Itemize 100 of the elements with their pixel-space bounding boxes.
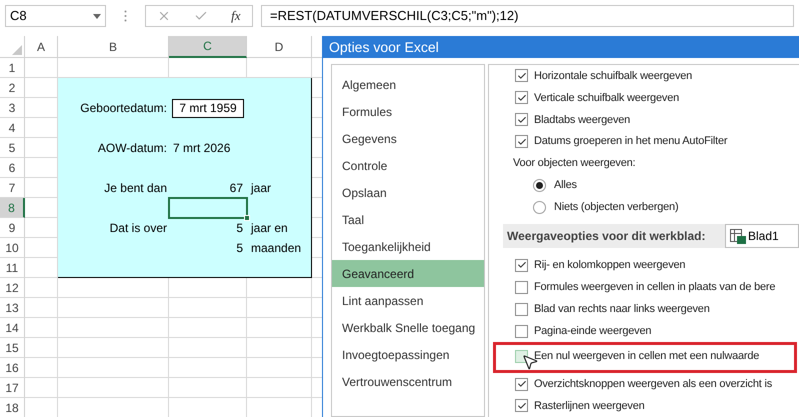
option-label[interactable]: Niets (objecten verbergen) [554,199,678,216]
table-cell[interactable] [247,298,312,318]
table-cell[interactable] [25,318,58,338]
table-cell[interactable] [58,298,169,318]
table-cell[interactable] [25,378,58,398]
row-header[interactable]: 5 [0,138,25,158]
table-cell[interactable] [25,358,58,378]
checkbox[interactable] [515,135,528,148]
corner-header[interactable] [0,36,25,58]
option-label[interactable]: Rasterlijnen weergeven [534,398,645,414]
option-label[interactable]: Verticale schuifbalk weergeven [534,90,680,106]
option-label[interactable]: Blad van rechts naar links weergeven [534,300,710,318]
category-item[interactable]: Lint aanpassen [332,287,484,314]
option-label[interactable]: Bladtabs weergeven [534,112,630,128]
row-header[interactable]: 14 [0,318,25,338]
table-cell[interactable] [247,318,312,338]
table-cell[interactable] [169,278,247,298]
table-cell[interactable] [247,58,312,78]
table-cell[interactable]: Dat is over [58,218,169,238]
option-label[interactable]: Een nul weergeven in cellen met een nulwaarde [534,348,760,364]
checkbox[interactable] [515,302,528,316]
checkbox[interactable] [515,378,528,391]
radio-button[interactable] [533,179,546,192]
table-cell[interactable] [25,118,58,138]
table-cell[interactable]: jaar [247,178,312,198]
table-cell[interactable] [58,378,169,398]
row-header[interactable]: 15 [0,338,25,358]
category-item[interactable]: Opslaan [332,179,484,206]
sheet-select[interactable]: Blad1 [725,224,799,248]
table-cell[interactable] [58,318,169,338]
table-cell[interactable] [247,278,312,298]
category-item[interactable]: Algemeen [332,71,484,98]
table-cell[interactable]: Geboortedatum: [58,98,169,118]
row-header[interactable]: 3 [0,98,25,118]
table-cell[interactable] [169,58,247,78]
option-label[interactable]: Alles [554,177,577,194]
checkbox[interactable] [515,258,528,272]
table-cell[interactable]: AOW-datum: [58,138,169,158]
category-item[interactable]: Gegevens [332,125,484,152]
option-label[interactable]: Pagina-einde weergeven [534,322,652,340]
option-label[interactable]: Datums groeperen in het menu AutoFilter [534,133,728,150]
checkbox[interactable] [515,69,528,82]
row-header[interactable]: 16 [0,358,25,378]
category-item[interactable]: Controle [332,152,484,179]
table-cell[interactable]: Je bent dan [58,178,169,198]
active-cell[interactable] [168,197,248,219]
category-item[interactable]: Vertrouwenscentrum [332,368,484,395]
table-cell[interactable]: 5 [169,218,247,238]
row-header[interactable]: 4 [0,118,25,138]
checkbox[interactable] [515,91,528,104]
category-item[interactable]: Formules [332,98,484,125]
dropdown-caret-icon[interactable] [93,14,101,18]
option-label[interactable]: Overzichtsknoppen weergeven als een overzicht is [534,376,772,392]
table-cell[interactable] [25,138,58,158]
category-item[interactable]: Werkbalk Snelle toegang [332,314,484,341]
row-header[interactable]: 1 [0,58,25,78]
option-label[interactable]: Formules weergeven in cellen in plaats van de bere [534,279,776,296]
category-item[interactable]: Taal [332,206,484,233]
table-cell[interactable] [169,358,247,378]
table-cell[interactable]: 5 [169,238,247,258]
row-header[interactable]: 17 [0,378,25,398]
category-item[interactable]: Toegankelijkheid [332,233,484,260]
table-cell[interactable] [25,258,58,278]
table-cell[interactable] [169,338,247,358]
category-item[interactable]: Geavanceerd [332,260,484,287]
table-cell[interactable] [25,178,58,198]
fill-handle[interactable] [244,215,250,221]
checkbox[interactable] [515,280,528,294]
table-cell[interactable] [58,358,169,378]
table-cell[interactable] [25,98,58,118]
table-cell[interactable] [247,338,312,358]
option-label[interactable]: Rij- en kolomkoppen weergeven [534,257,686,274]
select-all-icon[interactable] [12,45,22,55]
table-cell[interactable] [25,158,58,178]
row-header[interactable]: 8 [0,198,25,218]
row-header[interactable]: 10 [0,238,25,258]
row-header[interactable]: 9 [0,218,25,238]
checkbox[interactable] [515,399,528,412]
table-cell[interactable]: 7 mrt 2026 [169,138,247,158]
table-cell[interactable] [25,198,58,218]
formula-field[interactable]: =REST(DATUMVERSCHIL(C3;C5;"m");12) [261,5,794,27]
table-cell[interactable] [25,238,58,258]
table-cell[interactable]: jaar en [247,218,312,238]
table-cell[interactable] [25,78,58,98]
table-cell[interactable] [25,338,58,358]
table-cell[interactable] [247,378,312,398]
name-box[interactable]: C8 [5,5,106,27]
table-cell[interactable] [58,58,169,78]
row-header[interactable]: 7 [0,178,25,198]
checkbox[interactable] [515,113,528,126]
table-cell[interactable] [169,298,247,318]
table-cell[interactable] [169,378,247,398]
row-header[interactable]: 13 [0,298,25,318]
table-cell[interactable] [58,338,169,358]
table-cell[interactable] [58,278,169,298]
option-label[interactable]: Horizontale schuifbalk weergeven [534,68,692,84]
table-cell[interactable] [25,58,58,78]
table-cell[interactable]: maanden [247,238,312,258]
row-header[interactable]: 6 [0,158,25,178]
column-header[interactable]: C [169,36,247,58]
